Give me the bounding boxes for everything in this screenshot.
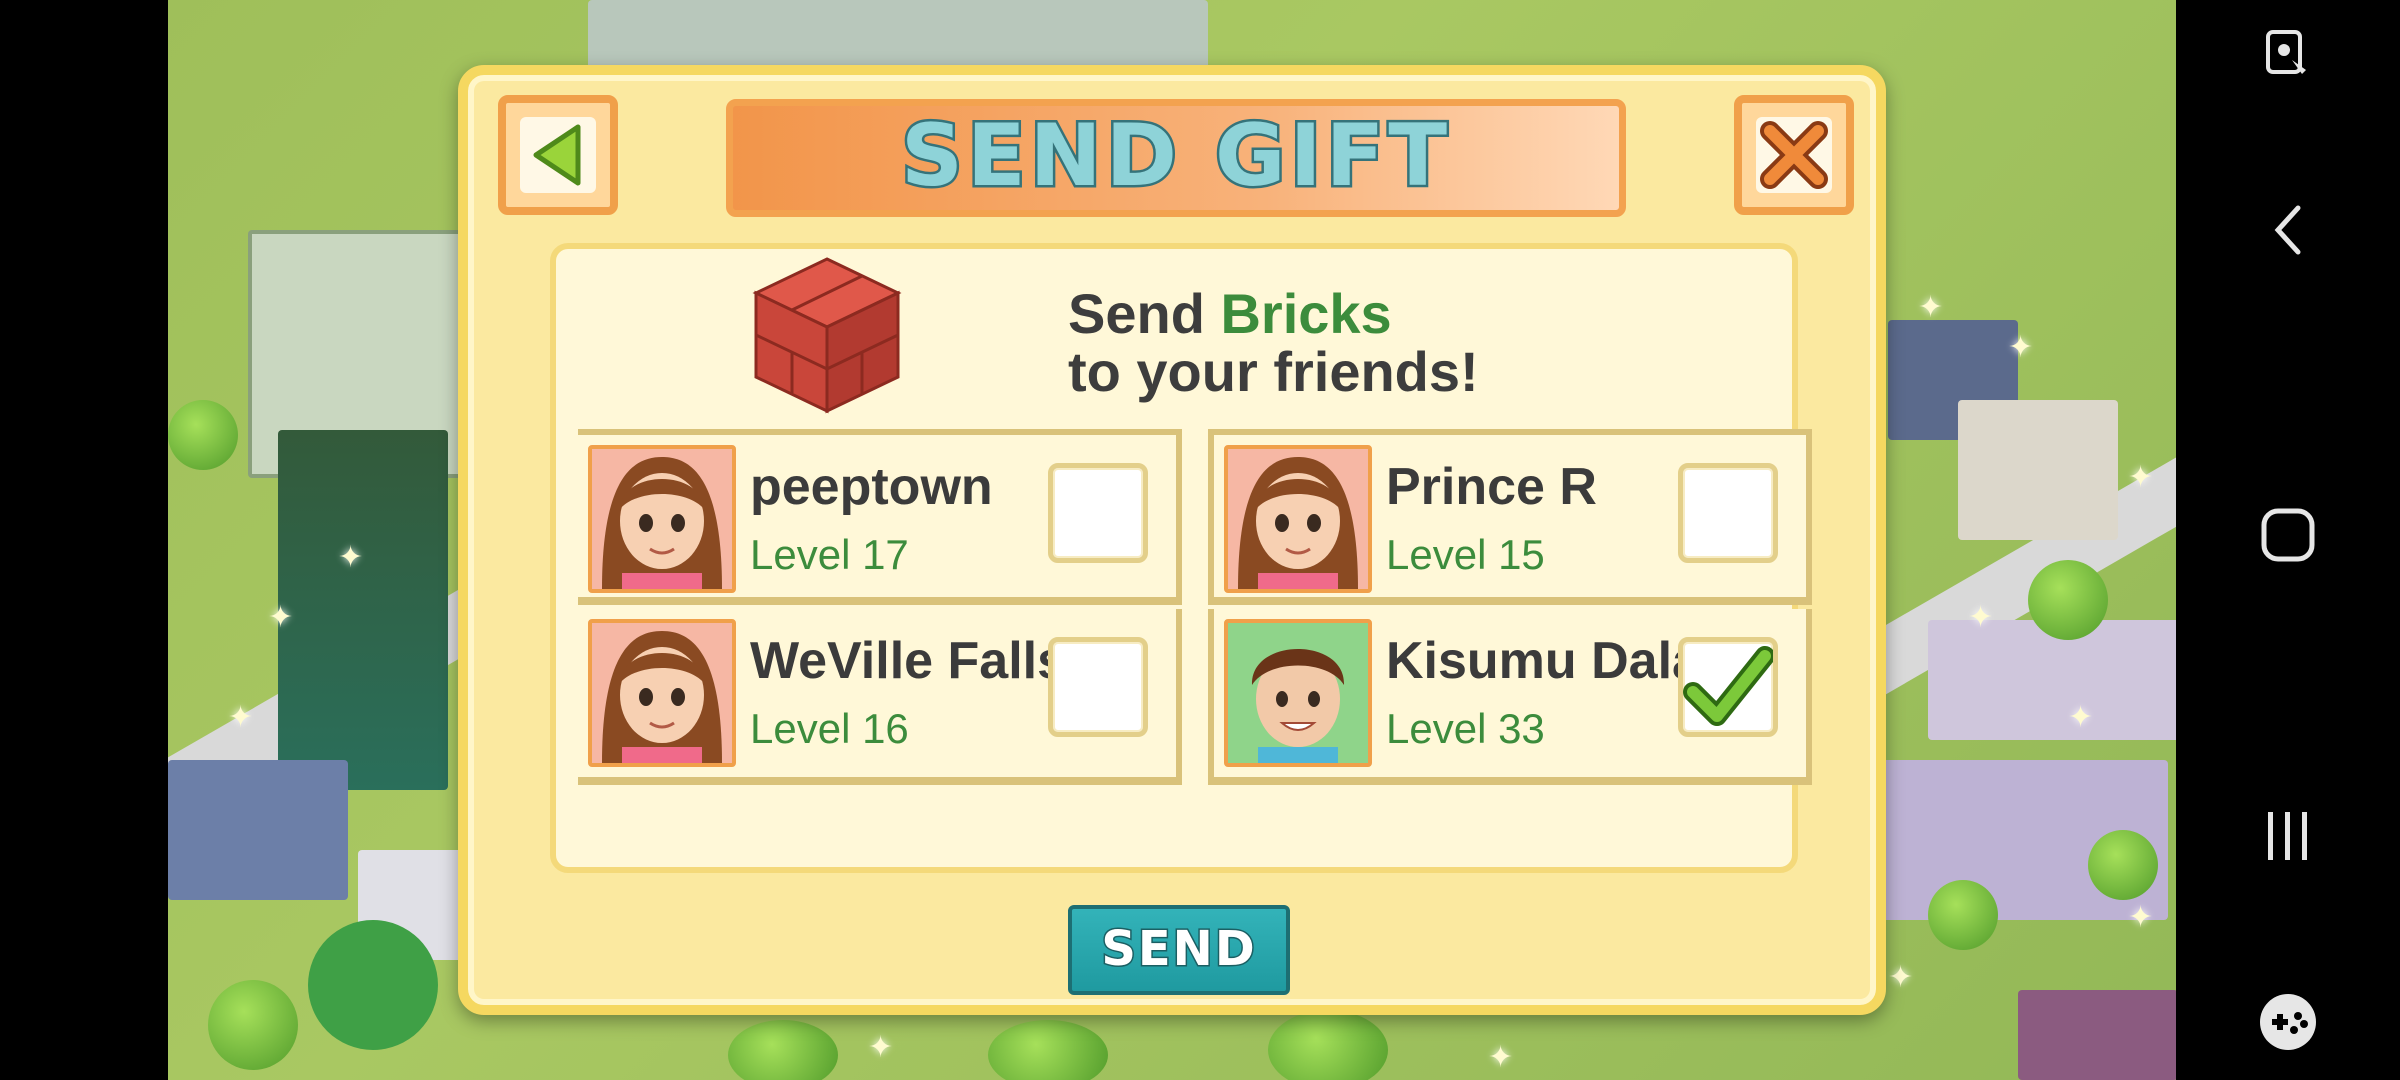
friend-name: peeptown — [750, 458, 993, 516]
home-square-icon[interactable] — [2176, 505, 2400, 570]
game-launcher-icon[interactable] — [2176, 990, 2400, 1059]
left-arrow-icon — [520, 117, 596, 193]
friend-row[interactable]: peeptown Level 17 — [578, 429, 1182, 605]
screen-lock-icon[interactable] — [2176, 26, 2400, 87]
back-button[interactable] — [498, 95, 618, 215]
friend-name: WeVille Falls — [750, 632, 1060, 690]
friend-select-checkbox[interactable] — [1678, 637, 1778, 737]
gift-headline: Send Bricks to your friends! — [1068, 285, 1479, 401]
brick-stack-icon — [752, 255, 902, 420]
friend-level: Level 33 — [1386, 705, 1545, 752]
girl-avatar-icon — [588, 619, 736, 767]
headline-suffix: to your friends! — [1068, 340, 1479, 403]
send-button[interactable]: SEND — [1068, 905, 1290, 995]
gift-item-name: Bricks — [1220, 282, 1392, 345]
friend-name: Kisumu Dala — [1386, 632, 1696, 690]
friend-row[interactable]: WeVille Falls Level 16 — [578, 609, 1182, 785]
girl-avatar-icon — [588, 445, 736, 593]
close-button[interactable] — [1734, 95, 1854, 215]
back-chevron-icon[interactable] — [2176, 200, 2400, 265]
checkmark-icon — [1683, 646, 1773, 726]
friend-level: Level 17 — [750, 531, 909, 578]
girl-avatar-icon — [1224, 445, 1372, 593]
boy-avatar-icon — [1224, 619, 1372, 767]
send-button-label: SEND — [1100, 920, 1257, 979]
friend-select-checkbox[interactable] — [1678, 463, 1778, 563]
system-navigation-bar — [2176, 0, 2400, 1080]
friend-row[interactable]: Prince R Level 15 — [1208, 429, 1812, 605]
send-gift-dialog: SEND GIFT Send Bricks to your friends! p… — [458, 65, 1886, 1015]
friend-row[interactable]: Kisumu Dala Level 33 — [1208, 609, 1812, 785]
headline-prefix: Send — [1068, 282, 1221, 345]
friend-select-checkbox[interactable] — [1048, 463, 1148, 563]
gift-content-panel: Send Bricks to your friends! peeptown Le… — [550, 243, 1812, 873]
recents-icon[interactable] — [2176, 808, 2400, 869]
friend-level: Level 15 — [1386, 531, 1545, 578]
friend-level: Level 16 — [750, 705, 909, 752]
dialog-title: SEND GIFT — [899, 104, 1451, 209]
dialog-title-bar: SEND GIFT — [726, 99, 1626, 217]
close-x-icon — [1756, 117, 1832, 193]
friend-name: Prince R — [1386, 458, 1597, 516]
friend-select-checkbox[interactable] — [1048, 637, 1148, 737]
